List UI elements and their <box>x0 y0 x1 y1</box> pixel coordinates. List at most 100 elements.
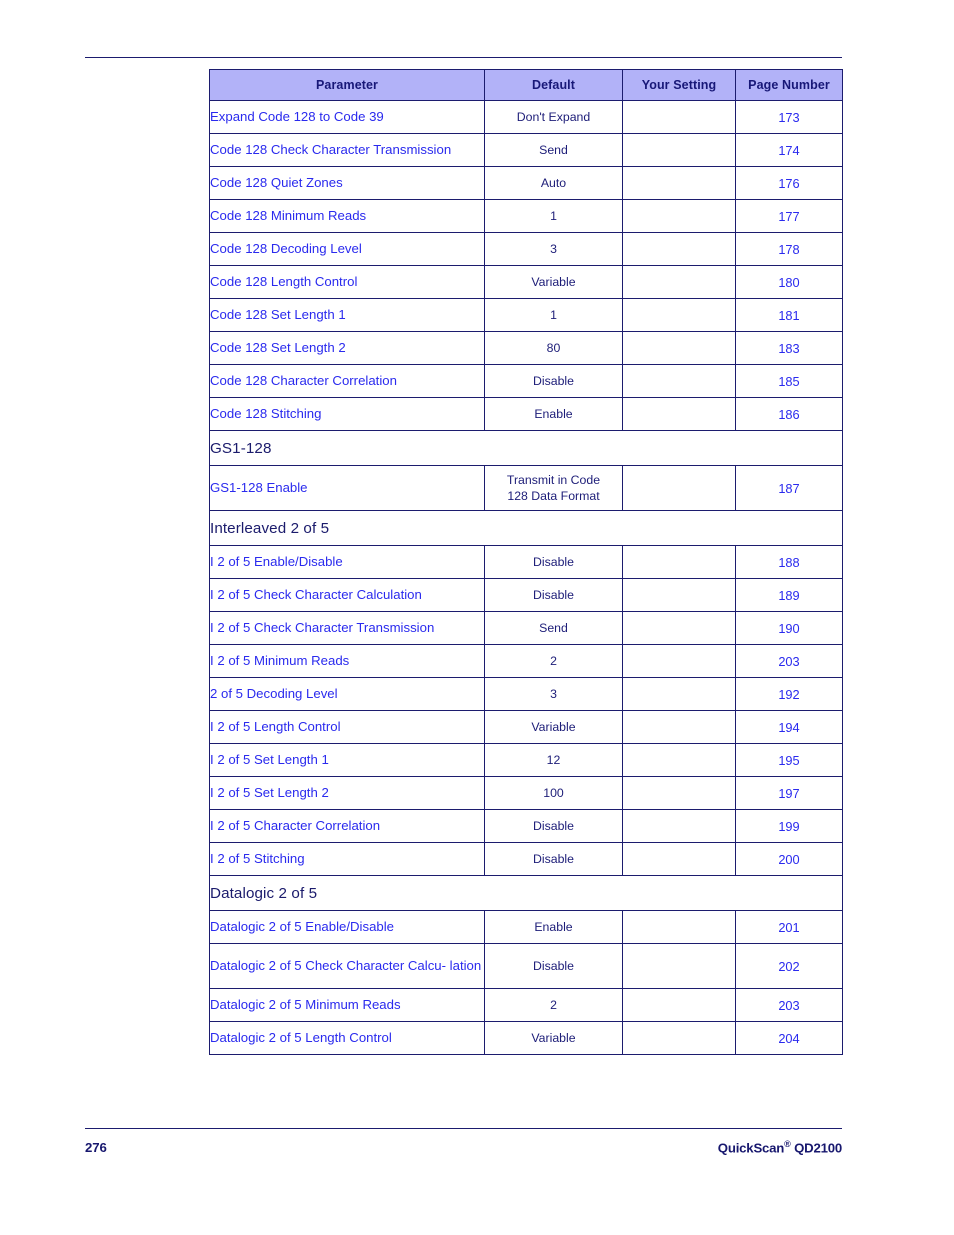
table-row: Code 128 Quiet Zones Auto 176 <box>209 166 843 200</box>
parameter-link[interactable]: Code 128 Character Correlation <box>209 364 485 398</box>
parameter-link[interactable]: Code 128 Stitching <box>209 397 485 431</box>
table-row: Expand Code 128 to Code 39 Don't Expand 17… <box>209 100 843 134</box>
default-value: 100 <box>484 776 623 810</box>
page-number-link[interactable]: 201 <box>735 910 843 944</box>
parameter-link[interactable]: Datalogic 2 of 5 Length Control <box>209 1021 485 1055</box>
your-setting-cell[interactable] <box>622 743 736 777</box>
your-setting-cell[interactable] <box>622 988 736 1022</box>
parameter-link[interactable]: GS1-128 Enable <box>209 465 485 511</box>
page-number-link[interactable]: 188 <box>735 545 843 579</box>
table-row: Code 128 Decoding Level 3 178 <box>209 232 843 266</box>
parameter-link[interactable]: Code 128 Set Length 2 <box>209 331 485 365</box>
your-setting-cell[interactable] <box>622 199 736 233</box>
page-number-link[interactable]: 194 <box>735 710 843 744</box>
parameter-link[interactable]: Datalogic 2 of 5 Check Character Calcu- … <box>209 943 485 989</box>
your-setting-cell[interactable] <box>622 644 736 678</box>
parameter-link[interactable]: Code 128 Length Control <box>209 265 485 299</box>
parameter-link[interactable]: I 2 of 5 Minimum Reads <box>209 644 485 678</box>
your-setting-cell[interactable] <box>622 578 736 612</box>
page-number-link[interactable]: 204 <box>735 1021 843 1055</box>
parameter-link[interactable]: I 2 of 5 Check Character Transmission <box>209 611 485 645</box>
page-number-link[interactable]: 185 <box>735 364 843 398</box>
table-row: I 2 of 5 Check Character Transmission Sen… <box>209 611 843 645</box>
your-setting-cell[interactable] <box>622 397 736 431</box>
page-number-link[interactable]: 186 <box>735 397 843 431</box>
your-setting-cell[interactable] <box>622 1021 736 1055</box>
page-number-link[interactable]: 200 <box>735 842 843 876</box>
your-setting-cell[interactable] <box>622 331 736 365</box>
parameter-link[interactable]: Code 128 Set Length 1 <box>209 298 485 332</box>
default-value: Variable <box>484 265 623 299</box>
page-number-link[interactable]: 197 <box>735 776 843 810</box>
parameter-link[interactable]: I 2 of 5 Stitching <box>209 842 485 876</box>
your-setting-cell[interactable] <box>622 910 736 944</box>
page-number-link[interactable]: 203 <box>735 988 843 1022</box>
parameter-link[interactable]: Expand Code 128 to Code 39 <box>209 100 485 134</box>
your-setting-cell[interactable] <box>622 611 736 645</box>
page-number-link[interactable]: 190 <box>735 611 843 645</box>
parameter-link[interactable]: I 2 of 5 Check Character Calculation <box>209 578 485 612</box>
header-rule <box>85 57 842 58</box>
page-number-link[interactable]: 183 <box>735 331 843 365</box>
your-setting-cell[interactable] <box>622 166 736 200</box>
parameter-link[interactable]: I 2 of 5 Enable/Disable <box>209 545 485 579</box>
parameter-table-container: Parameter Default Your Setting Page Numb… <box>209 69 843 1055</box>
table-row: Datalogic 2 of 5 Length Control Variable 2… <box>209 1021 843 1055</box>
default-value: 2 <box>484 644 623 678</box>
page-number-link[interactable]: 203 <box>735 644 843 678</box>
your-setting-cell[interactable] <box>622 842 736 876</box>
your-setting-cell[interactable] <box>622 710 736 744</box>
page-number-link[interactable]: 187 <box>735 465 843 511</box>
parameter-link[interactable]: I 2 of 5 Character Correlation <box>209 809 485 843</box>
parameter-link[interactable]: I 2 of 5 Length Control <box>209 710 485 744</box>
page-number-link[interactable]: 199 <box>735 809 843 843</box>
default-value: Send <box>484 611 623 645</box>
table-row: I 2 of 5 Set Length 2 100 197 <box>209 776 843 810</box>
page-number-link[interactable]: 174 <box>735 133 843 167</box>
table-row: Datalogic 2 of 5 Minimum Reads 2 203 <box>209 988 843 1022</box>
parameter-link[interactable]: Datalogic 2 of 5 Enable/Disable <box>209 910 485 944</box>
your-setting-cell[interactable] <box>622 677 736 711</box>
your-setting-cell[interactable] <box>622 265 736 299</box>
default-value: 1 <box>484 199 623 233</box>
your-setting-cell[interactable] <box>622 133 736 167</box>
your-setting-cell[interactable] <box>622 232 736 266</box>
page-number-link[interactable]: 195 <box>735 743 843 777</box>
table-section-row: Datalogic 2 of 5 <box>209 875 843 911</box>
page-number-link[interactable]: 180 <box>735 265 843 299</box>
table-row: I 2 of 5 Minimum Reads 2 203 <box>209 644 843 678</box>
table-row: I 2 of 5 Enable/Disable Disable 188 <box>209 545 843 579</box>
your-setting-cell[interactable] <box>622 298 736 332</box>
default-value: Variable <box>484 1021 623 1055</box>
table-row: I 2 of 5 Length Control Variable 194 <box>209 710 843 744</box>
your-setting-cell[interactable] <box>622 545 736 579</box>
parameter-link[interactable]: 2 of 5 Decoding Level <box>209 677 485 711</box>
parameter-link[interactable]: Code 128 Minimum Reads <box>209 199 485 233</box>
table-row: Code 128 Length Control Variable 180 <box>209 265 843 299</box>
table-row: 2 of 5 Decoding Level 3 192 <box>209 677 843 711</box>
your-setting-cell[interactable] <box>622 364 736 398</box>
your-setting-cell[interactable] <box>622 465 736 511</box>
your-setting-cell[interactable] <box>622 943 736 989</box>
parameter-link[interactable]: Datalogic 2 of 5 Minimum Reads <box>209 988 485 1022</box>
page-number-link[interactable]: 178 <box>735 232 843 266</box>
your-setting-cell[interactable] <box>622 776 736 810</box>
document-page: Parameter Default Your Setting Page Numb… <box>0 0 954 1235</box>
page-number-link[interactable]: 181 <box>735 298 843 332</box>
parameter-link[interactable]: I 2 of 5 Set Length 1 <box>209 743 485 777</box>
parameter-link[interactable]: Code 128 Quiet Zones <box>209 166 485 200</box>
default-value: Disable <box>484 842 623 876</box>
page-number-link[interactable]: 192 <box>735 677 843 711</box>
your-setting-cell[interactable] <box>622 809 736 843</box>
page-number-link[interactable]: 177 <box>735 199 843 233</box>
page-number-link[interactable]: 189 <box>735 578 843 612</box>
page-number-link[interactable]: 202 <box>735 943 843 989</box>
your-setting-cell[interactable] <box>622 100 736 134</box>
page-number-link[interactable]: 173 <box>735 100 843 134</box>
parameter-defaults-table: Parameter Default Your Setting Page Numb… <box>209 69 843 1055</box>
parameter-link[interactable]: Code 128 Check Character Transmission <box>209 133 485 167</box>
parameter-link[interactable]: I 2 of 5 Set Length 2 <box>209 776 485 810</box>
parameter-link[interactable]: Code 128 Decoding Level <box>209 232 485 266</box>
section-title: Datalogic 2 of 5 <box>209 875 843 911</box>
page-number-link[interactable]: 176 <box>735 166 843 200</box>
